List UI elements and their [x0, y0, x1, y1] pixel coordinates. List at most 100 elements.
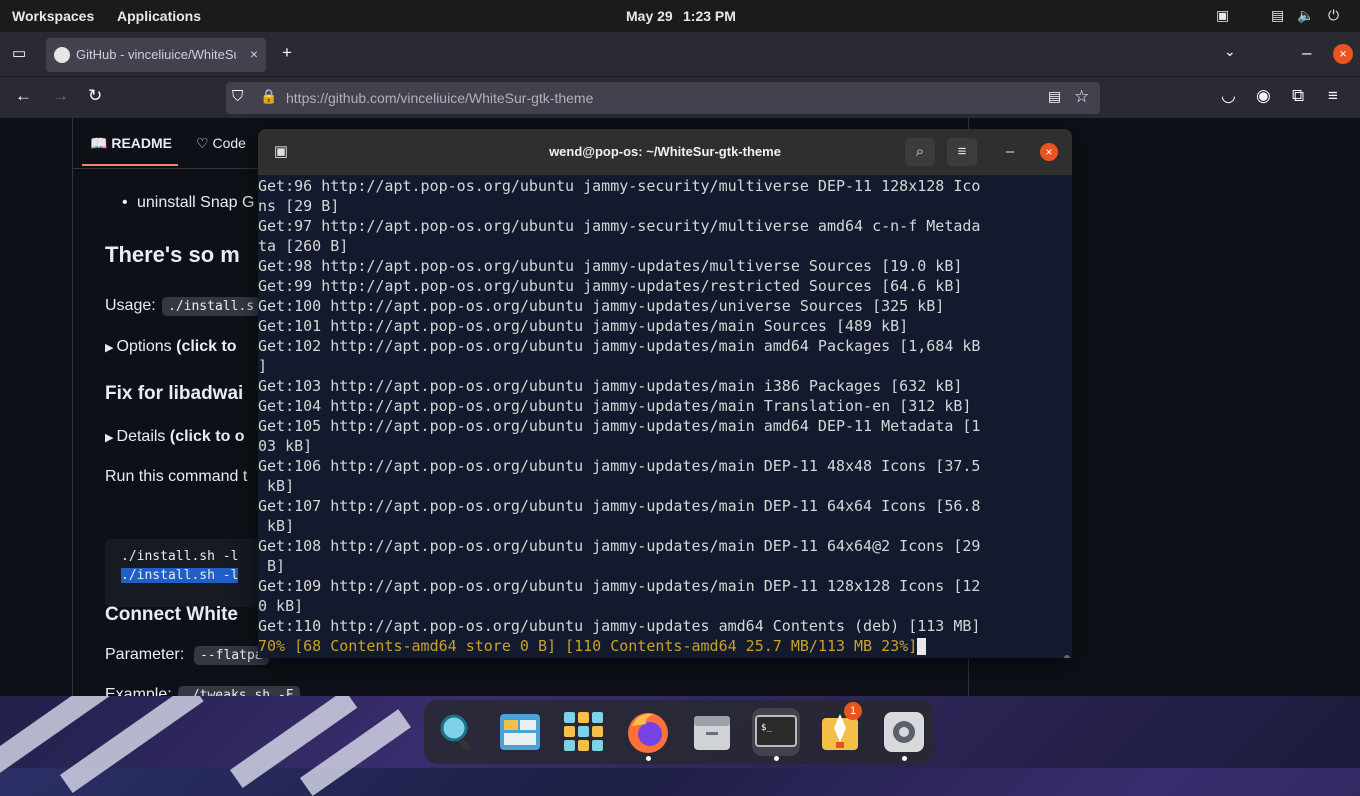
terminal-line: Get:105 http://apt.pop-os.org/ubuntu jam…: [258, 417, 981, 435]
progress-text: 70% [68 Contents-amd64 store 0 B] [110 C…: [258, 637, 918, 655]
terminal-line: Get:106 http://apt.pop-os.org/ubuntu jam…: [258, 457, 981, 475]
tab-list-chevron-icon[interactable]: ⌄: [1224, 43, 1236, 60]
files-manager-icon[interactable]: [496, 708, 544, 756]
running-indicator: [902, 756, 907, 761]
url-path: vinceliuice/WhiteSur-gtk-theme: [400, 90, 594, 106]
options-summary[interactable]: ▶ Options (click to: [105, 338, 237, 356]
details-label: Details: [116, 428, 166, 445]
code-line-selected: ./install.sh -l: [121, 568, 239, 583]
terminal-line: kB]: [258, 517, 295, 535]
url-bar[interactable]: ⛉ 🔒 https://github.com/vinceliuice/White…: [226, 82, 1100, 114]
terminal-line: Get:100 http://apt.pop-os.org/ubuntu jam…: [258, 297, 945, 315]
menu-icon[interactable]: ≡: [1328, 86, 1338, 106]
applications-button[interactable]: Applications: [117, 8, 201, 24]
terminal-line: Get:101 http://apt.pop-os.org/ubuntu jam…: [258, 317, 909, 335]
options-bold: (click to: [176, 338, 237, 355]
lock-icon[interactable]: 🔒: [260, 88, 277, 105]
terminal-line: Get:109 http://apt.pop-os.org/ubuntu jam…: [258, 577, 981, 595]
github-icon: [54, 47, 70, 63]
active-tab-indicator: [82, 164, 178, 166]
display-icon[interactable]: ▣: [1216, 7, 1229, 24]
usage-code: ./install.s: [162, 297, 261, 316]
minimize-button[interactable]: –: [1302, 43, 1311, 63]
terminal-scrollbar[interactable]: [1064, 655, 1070, 658]
run-command-text: Run this command t: [105, 468, 248, 485]
svg-text:$_: $_: [761, 723, 772, 733]
minimize-button[interactable]: –: [995, 138, 1025, 166]
terminal-line: Get:104 http://apt.pop-os.org/ubuntu jam…: [258, 397, 972, 415]
back-icon[interactable]: ←: [15, 86, 32, 106]
terminal-cursor: [917, 638, 927, 655]
code-line: ./install.sh -l: [121, 549, 239, 564]
pocket-icon[interactable]: ◡: [1221, 86, 1236, 106]
hamburger-menu-icon[interactable]: ≡: [947, 138, 977, 166]
terminal-line: Get:108 http://apt.pop-os.org/ubuntu jam…: [258, 537, 981, 555]
bullet-text: uninstall Snap G: [137, 194, 255, 211]
notification-badge: 1: [844, 702, 862, 720]
terminal-line: Get:98 http://apt.pop-os.org/ubuntu jamm…: [258, 257, 963, 275]
search-app-icon[interactable]: [432, 708, 480, 756]
list-bullet: •: [122, 194, 128, 211]
disclosure-triangle-icon: ▶: [105, 432, 117, 444]
details-summary[interactable]: ▶ Details (click to o: [105, 428, 245, 446]
terminal-progress-line: 70% [68 Contents-amd64 store 0 B] [110 C…: [258, 636, 927, 656]
settings-icon[interactable]: [880, 708, 928, 756]
options-label: Options: [116, 338, 172, 355]
tab-code[interactable]: ♡ Code: [196, 135, 246, 152]
tab-github[interactable]: GitHub - vinceliuice/WhiteSur-gtk-theme …: [46, 38, 266, 72]
power-icon[interactable]: ⏻: [1328, 7, 1339, 24]
terminal-line: Get:110 http://apt.pop-os.org/ubuntu jam…: [258, 617, 981, 635]
close-terminal-button[interactable]: ×: [1040, 143, 1058, 161]
terminal-line: ta [260 B]: [258, 237, 349, 255]
terminal-line: ]: [258, 357, 268, 375]
terminal-line: kB]: [258, 477, 295, 495]
tab-bar: ▭ GitHub - vinceliuice/WhiteSur-gtk-them…: [0, 32, 1360, 76]
url-text[interactable]: https://github.com/vinceliuice/WhiteSur-…: [286, 90, 593, 106]
clock-date[interactable]: May 29: [626, 8, 673, 24]
running-indicator: [774, 756, 779, 761]
terminal-icon[interactable]: $_: [752, 708, 800, 756]
details-bold: (click to o: [169, 428, 245, 445]
tab-code-label: Code: [212, 135, 246, 151]
volume-icon[interactable]: 🔈: [1297, 7, 1314, 24]
search-icon[interactable]: ⌕: [905, 138, 935, 166]
parameter-label: Parameter:: [105, 646, 185, 663]
book-icon: 📖: [90, 135, 112, 151]
reload-icon[interactable]: ↻: [88, 86, 102, 106]
code-of-conduct-icon: ♡: [196, 135, 213, 151]
terminal-line: B]: [258, 557, 286, 575]
network-icon[interactable]: ▤: [1271, 7, 1284, 24]
reader-view-icon[interactable]: ▤: [1048, 88, 1061, 105]
extensions-icon[interactable]: ⧉: [1292, 86, 1304, 106]
bookmark-star-icon[interactable]: ☆: [1074, 87, 1089, 107]
close-tab-icon[interactable]: ×: [250, 46, 258, 62]
terminal-line: Get:97 http://apt.pop-os.org/ubuntu jamm…: [258, 217, 981, 235]
heading-libadwaita: Fix for libadwai: [105, 383, 244, 404]
terminal-window: ▣ wend@pop-os: ~/WhiteSur-gtk-theme ⌕ ≡ …: [258, 129, 1072, 658]
url-prefix: https://github.com/: [286, 90, 401, 106]
shield-icon[interactable]: ⛉: [232, 88, 243, 105]
tab-readme[interactable]: 📖 README: [90, 135, 172, 152]
forward-icon[interactable]: →: [52, 86, 69, 106]
new-tab-button[interactable]: +: [282, 43, 292, 63]
terminal-line: Get:102 http://apt.pop-os.org/ubuntu jam…: [258, 337, 981, 355]
navigation-bar: ← → ↻ ⛉ 🔒 https://github.com/vinceliuice…: [0, 76, 1360, 119]
terminal-line: 03 kB]: [258, 437, 313, 455]
firefox-icon[interactable]: [624, 708, 672, 756]
heading-theres-more: There's so m: [105, 242, 240, 267]
example-label: Example:: [105, 686, 172, 696]
top-panel: Workspaces Applications May 29 1:23 PM ▣…: [0, 0, 1360, 32]
close-window-button[interactable]: ×: [1333, 44, 1353, 64]
workspaces-button[interactable]: Workspaces: [12, 8, 94, 24]
file-cabinet-icon[interactable]: [688, 708, 736, 756]
app-grid-icon[interactable]: [560, 708, 608, 756]
clock-time[interactable]: 1:23 PM: [683, 8, 736, 24]
terminal-line: Get:107 http://apt.pop-os.org/ubuntu jam…: [258, 497, 981, 515]
heading-connect: Connect White: [105, 604, 238, 625]
disclosure-triangle-icon: ▶: [105, 342, 117, 354]
account-icon[interactable]: ◉: [1256, 86, 1271, 106]
tab-manager-icon[interactable]: ▭: [12, 44, 26, 62]
pop-shop-icon[interactable]: 1: [816, 702, 864, 756]
usage-label: Usage:: [105, 297, 156, 314]
terminal-output[interactable]: Get:96 http://apt.pop-os.org/ubuntu jamm…: [258, 175, 1072, 658]
